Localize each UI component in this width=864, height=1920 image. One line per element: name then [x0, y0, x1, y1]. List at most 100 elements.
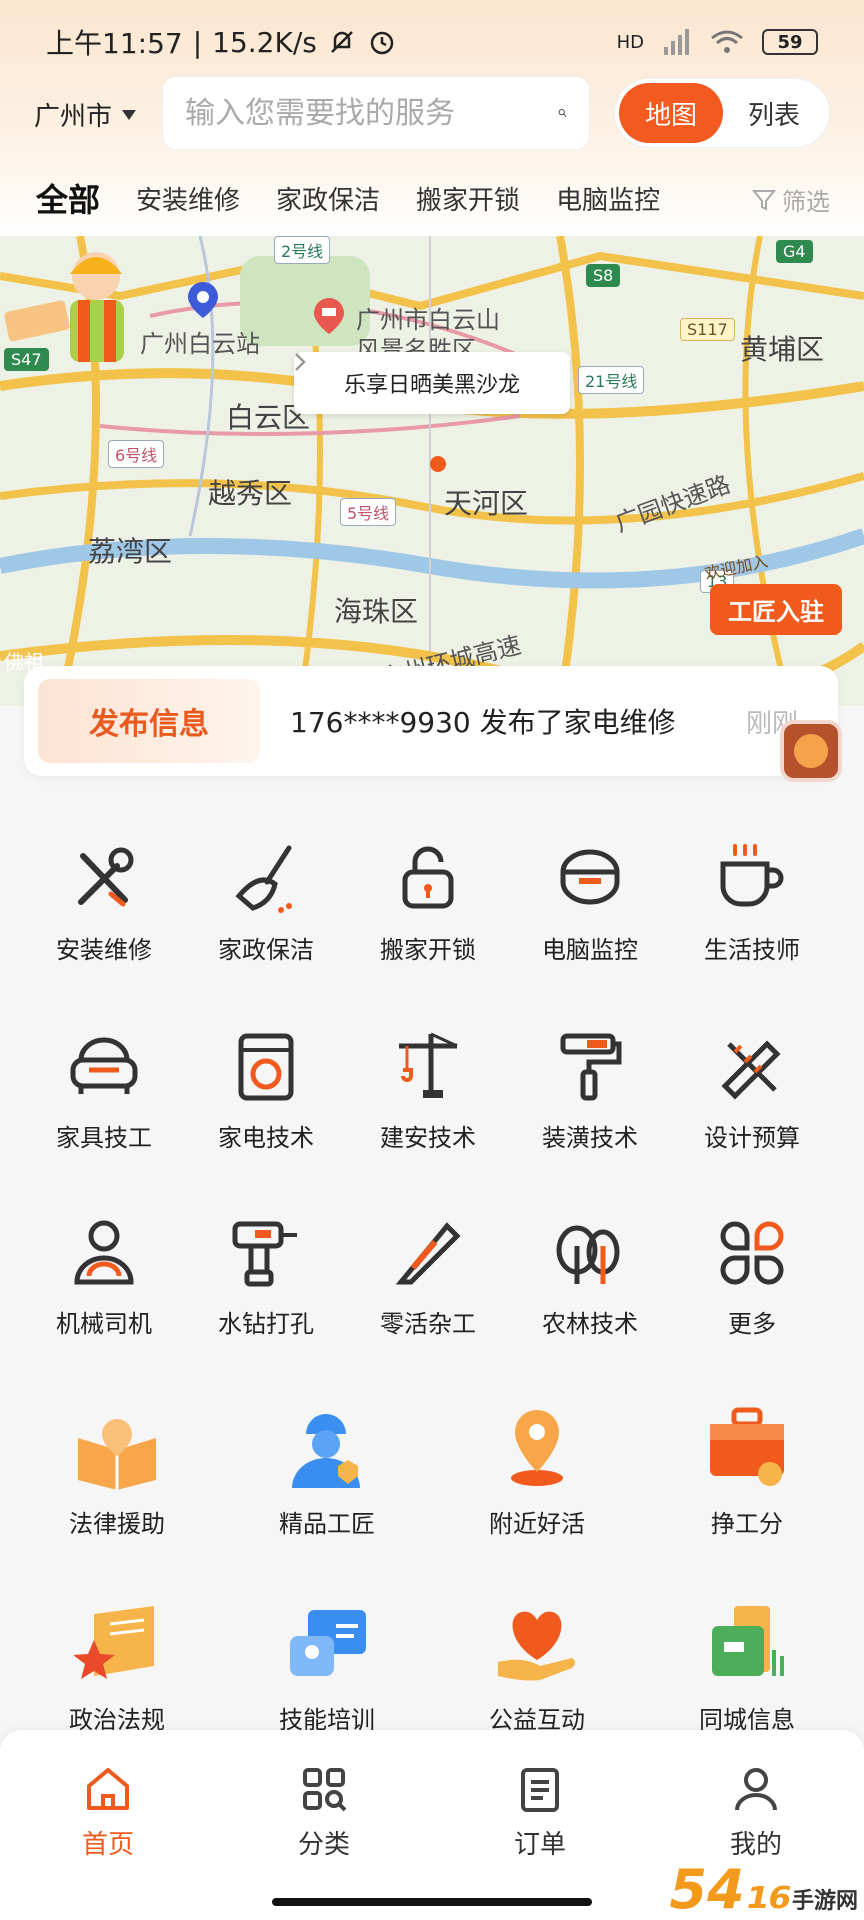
service-agri-forestry[interactable]: 农林技术: [509, 1216, 671, 1339]
road-badge-s8: S8: [586, 264, 621, 287]
policy-book-icon: [74, 1606, 154, 1679]
feature-skill-training[interactable]: 技能培训: [222, 1600, 432, 1735]
nav-orders[interactable]: 订单: [432, 1730, 648, 1920]
feature-policy-regulations[interactable]: 政治法规: [12, 1600, 222, 1735]
tab-moving-unlock[interactable]: 搬家开锁: [416, 180, 520, 217]
map-callout[interactable]: 乐享日晒美黑沙龙: [294, 352, 570, 414]
nav-label: 我的: [729, 1830, 782, 1860]
service-label: 装潢技术: [542, 1124, 638, 1152]
toolbox-icon: [710, 1407, 784, 1486]
worker-mascot-icon: [4, 252, 124, 362]
feature-charity[interactable]: 公益互动: [432, 1600, 642, 1735]
washing-machine-icon: [238, 1033, 294, 1101]
publish-text: 176****9930 发布了家电维修: [290, 706, 676, 739]
service-computer-monitor[interactable]: 电脑监控: [509, 842, 671, 965]
watermark-text: 手游网: [791, 1889, 858, 1914]
nav-label: 分类: [297, 1830, 350, 1860]
ruler-pencil-icon: [721, 1040, 781, 1100]
filter-label: 筛选: [782, 188, 830, 216]
service-label: 建安技术: [380, 1124, 476, 1152]
service-decoration[interactable]: 装潢技术: [509, 1030, 671, 1153]
service-label: 安装维修: [56, 936, 152, 964]
user-icon: [735, 1768, 777, 1811]
road-badge-line2: 2号线: [274, 236, 331, 264]
service-furniture[interactable]: 家具技工: [23, 1030, 185, 1153]
cup-icon: [720, 844, 784, 907]
map-label-huangpu: 黄埔区: [740, 333, 825, 366]
search-input[interactable]: [185, 95, 558, 131]
map-view-button[interactable]: 地图: [619, 83, 723, 143]
search-box[interactable]: [162, 76, 590, 150]
craftsman-join-button[interactable]: 工匠入驻: [710, 584, 842, 635]
service-moving-unlock[interactable]: 搬家开锁: [347, 842, 509, 965]
broom-icon: [235, 845, 292, 913]
paint-roller-icon: [560, 1033, 622, 1101]
map-callout-label: 乐享日晒美黑沙龙: [343, 373, 520, 398]
tab-install-repair[interactable]: 安装维修: [136, 180, 240, 217]
list-view-button[interactable]: 列表: [723, 95, 825, 132]
filter-button[interactable]: 筛选: [752, 182, 830, 217]
service-label: 更多: [728, 1310, 776, 1338]
service-label: 设计预算: [704, 1124, 800, 1152]
road-badge-line5: 5号线: [340, 498, 397, 526]
network-badge: HD: [616, 31, 644, 53]
service-label: 生活技师: [704, 936, 800, 964]
nav-label: 首页: [81, 1830, 134, 1860]
service-more[interactable]: 更多: [671, 1216, 833, 1339]
publish-tag: 发布信息: [38, 679, 260, 763]
service-construction[interactable]: 建安技术: [347, 1030, 509, 1153]
category-grid-icon: [303, 1768, 347, 1812]
service-design-budget[interactable]: 设计预算: [671, 1030, 833, 1153]
map-label-tianhe: 天河区: [444, 487, 529, 520]
road-badge-g4: G4: [776, 240, 813, 263]
service-label: 搬家开锁: [380, 936, 476, 964]
accessibility-button[interactable]: [780, 720, 842, 782]
service-housekeeping[interactable]: 家政保洁: [185, 842, 347, 965]
law-book-icon: [78, 1419, 156, 1490]
tree-icon: [556, 1225, 620, 1284]
service-label: 水钻打孔: [218, 1310, 314, 1338]
home-indicator[interactable]: [272, 1898, 592, 1906]
feature-row-1: 法律援助 精品工匠 附近好活 挣工分: [0, 1404, 864, 1539]
nav-category[interactable]: 分类: [216, 1730, 432, 1920]
publish-info-card[interactable]: 发布信息 176****9930 发布了家电维修 刚刚: [24, 666, 838, 776]
unlock-icon: [402, 846, 454, 909]
feature-nearby-jobs[interactable]: 附近好活: [432, 1404, 642, 1539]
chevron-right-icon: [295, 353, 306, 371]
service-label: 家政保洁: [218, 936, 314, 964]
monitor-camera-icon: [560, 849, 620, 905]
service-grid-row-3: 机械司机 水钻打孔 零活杂工 农林技术 更多: [0, 1216, 864, 1339]
service-appliance[interactable]: 家电技术: [185, 1030, 347, 1153]
service-label: 电脑监控: [542, 936, 638, 964]
signal-icon: [664, 29, 689, 55]
map-label-yuexiu: 越秀区: [208, 477, 293, 510]
road-badge-line6: 6号线: [108, 440, 165, 468]
nav-home[interactable]: 首页: [0, 1730, 216, 1920]
watermark-logo: 54₁₆ 手游网: [670, 1858, 858, 1920]
category-tabs: 全部 安装维修 家政保洁 搬家开锁 电脑监控 筛选: [0, 168, 864, 228]
city-label: 广州市: [34, 102, 113, 132]
alarm-icon: [370, 31, 394, 55]
wrench-screwdriver-icon: [78, 847, 134, 907]
service-life-technician[interactable]: 生活技师: [671, 842, 833, 965]
feature-legal-aid[interactable]: 法律援助: [12, 1404, 222, 1539]
search-icon[interactable]: [558, 96, 567, 130]
feature-earn-points[interactable]: 挣工分: [642, 1404, 852, 1539]
service-install-repair[interactable]: 安装维修: [23, 842, 185, 965]
city-selector[interactable]: 广州市: [34, 96, 137, 133]
service-core-drilling[interactable]: 水钻打孔: [185, 1216, 347, 1339]
drill-icon: [232, 1221, 297, 1287]
feature-city-info[interactable]: 同城信息: [642, 1600, 852, 1735]
feature-label: 挣工分: [711, 1510, 783, 1538]
tab-all[interactable]: 全部: [36, 175, 100, 221]
feature-quality-craftsman[interactable]: 精品工匠: [222, 1404, 432, 1539]
crane-icon: [399, 1032, 458, 1098]
mute-icon: [330, 31, 353, 53]
map-view[interactable]: 2号线 S8 G4 S47 S117 21号线 6号线 5号线 13 广州白云站…: [0, 236, 864, 706]
service-machinery-driver[interactable]: 机械司机: [23, 1216, 185, 1339]
service-label: 机械司机: [56, 1310, 152, 1338]
wifi-icon: [711, 30, 743, 53]
tab-housekeeping[interactable]: 家政保洁: [276, 180, 380, 217]
service-odd-jobs[interactable]: 零活杂工: [347, 1216, 509, 1339]
tab-computer-monitor[interactable]: 电脑监控: [556, 180, 660, 217]
